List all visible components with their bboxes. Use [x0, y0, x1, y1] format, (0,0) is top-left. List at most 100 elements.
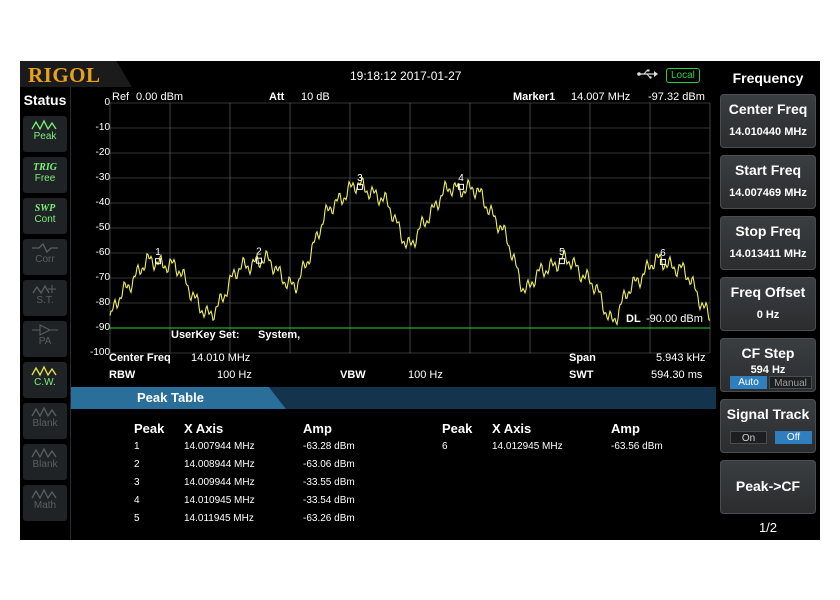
blank-wave-icon — [31, 406, 57, 418]
stop-freq-key-label: Stop Freq — [735, 223, 801, 239]
y-tick-label: -30 — [95, 172, 110, 183]
center-freq-value: 14.010 MHz — [191, 352, 251, 364]
usb-icon — [637, 69, 658, 79]
center-freq-key-label: Center Freq — [728, 101, 808, 117]
marker-label: Marker1 — [513, 91, 556, 103]
status-sweep-label: Cont — [34, 214, 56, 225]
y-tick-label: -40 — [95, 197, 110, 208]
cf-step-manual-option[interactable]: Manual — [769, 376, 812, 389]
local-badge: Local — [666, 68, 700, 83]
peak-x: 14.012945 MHz — [492, 441, 563, 452]
peak-x: 14.010945 MHz — [184, 495, 255, 506]
y-tick-label: -90 — [95, 322, 110, 333]
status-trig-label: Free — [34, 173, 56, 184]
status-sweep: SWP Cont — [23, 198, 67, 234]
status-corr-label: Corr — [35, 254, 55, 265]
center-freq-label: Center Freq — [109, 352, 171, 364]
ref-label: Ref — [112, 91, 130, 103]
start-freq-key-label: Start Freq — [734, 162, 802, 178]
marker-amp: -97.32 dBm — [648, 91, 705, 103]
status-st: S.T. — [23, 280, 67, 316]
display-line-value: -90.00 dBm — [646, 313, 703, 325]
peak-to-cf-key[interactable]: Peak->CF — [720, 460, 816, 514]
freq-offset-key-label: Freq Offset — [730, 284, 806, 300]
start-freq-key[interactable]: Start Freq 14.007469 MHz — [720, 155, 816, 209]
vbw-value: 100 Hz — [408, 369, 443, 381]
y-tick-label: 0 — [104, 97, 110, 108]
rbw-value: 100 Hz — [217, 369, 252, 381]
signal-track-on-option[interactable]: On — [730, 431, 767, 444]
status-blank-1: Blank — [23, 403, 67, 439]
y-tick-label: -60 — [95, 247, 110, 258]
status-trig-title: TRIG — [33, 162, 57, 173]
att-label: Att — [269, 91, 285, 103]
peak-amp: -63.06 dBm — [303, 459, 355, 470]
ref-value: 0.00 dBm — [136, 91, 184, 103]
system-text: System, — [258, 329, 301, 341]
cf-step-key-label: CF Step — [741, 345, 795, 361]
freq-offset-key[interactable]: Freq Offset 0 Hz — [720, 277, 816, 331]
st-icon — [32, 284, 56, 295]
col-peak-right: Peak — [442, 421, 473, 436]
peak-num: 6 — [442, 441, 448, 452]
cf-step-key[interactable]: CF Step 594 Hz Auto Manual — [720, 338, 816, 392]
status-pa-label: PA — [38, 336, 52, 347]
signal-track-key[interactable]: Signal Track On Off — [720, 399, 816, 453]
status-title: Status — [23, 92, 67, 108]
status-peak-label: Peak — [33, 131, 57, 142]
start-freq-key-value: 14.007469 MHz — [729, 187, 807, 199]
status-blank-2: Blank — [23, 444, 67, 480]
status-column: Status Peak TRIG Free SWP Cont Corr S.T.… — [20, 87, 71, 540]
col-amp-right: Amp — [611, 421, 640, 436]
spectrum-graticule: 1 2 3 4 5 6 — [109, 102, 711, 354]
peak-num: 4 — [134, 495, 140, 506]
peak-x: 14.011945 MHz — [184, 513, 254, 524]
peak-table-header: Peak Table — [71, 387, 716, 409]
status-pa: PA — [23, 321, 67, 357]
peak-amp: -63.56 dBm — [611, 441, 663, 452]
freq-offset-key-value: 0 Hz — [756, 309, 780, 321]
peak-wave-icon — [31, 119, 57, 131]
status-st-label: S.T. — [36, 295, 54, 306]
peak-table-title: Peak Table — [137, 390, 204, 405]
cf-step-key-value: 594 Hz — [750, 364, 786, 376]
col-amp-left: Amp — [303, 421, 332, 436]
status-blank-2-label: Blank — [32, 459, 58, 470]
datetime: 19:18:12 2017-01-27 — [350, 69, 462, 83]
analyzer-screen: RIGOL 19:18:12 2017-01-27 Local Status P… — [20, 61, 820, 540]
status-math-label: Math — [33, 500, 57, 511]
peak-marker-label: 2 — [256, 247, 262, 258]
peak-num: 3 — [134, 477, 140, 488]
peak-marker — [255, 257, 262, 264]
rbw-label: RBW — [109, 369, 136, 381]
status-cw-label: C.W. — [34, 377, 56, 388]
brand-logo: RIGOL — [20, 61, 132, 87]
peak-amp: -63.28 dBm — [303, 441, 355, 452]
swt-value: 594.30 ms — [651, 369, 703, 381]
peak-amp: -33.54 dBm — [303, 495, 355, 506]
peak-marker-label: 3 — [357, 173, 363, 184]
top-bar: RIGOL 19:18:12 2017-01-27 Local — [20, 61, 716, 87]
col-xaxis-right: X Axis — [492, 421, 532, 436]
peak-to-cf-key-label: Peak->CF — [735, 478, 801, 494]
corr-icon — [32, 242, 58, 254]
marker-freq: 14.007 MHz — [571, 91, 631, 103]
status-cw: C.W. — [23, 362, 67, 398]
display-line-label: DL — [626, 313, 641, 325]
col-peak-left: Peak — [134, 421, 165, 436]
peak-marker-label: 1 — [155, 247, 161, 258]
cf-step-auto-option[interactable]: Auto — [730, 376, 767, 389]
signal-track-off-option[interactable]: Off — [775, 431, 812, 444]
y-tick-label: -100 — [89, 347, 110, 358]
peak-num: 2 — [134, 459, 140, 470]
center-freq-key[interactable]: Center Freq 14.010440 MHz — [720, 94, 816, 148]
spectrum-display: 123456 0 -10 -20 -30 -40 -50 -60 -70 -80 -90 -100 … — [70, 87, 716, 387]
peak-amp: -33.55 dBm — [303, 477, 355, 488]
status-blank-1-label: Blank — [32, 418, 58, 429]
att-value: 10 dB — [301, 91, 330, 103]
peak-num: 5 — [134, 513, 140, 524]
vbw-label: VBW — [340, 369, 366, 381]
peak-x: 14.009944 MHz — [184, 477, 255, 488]
stop-freq-key[interactable]: Stop Freq 14.013411 MHz — [720, 216, 816, 270]
status-sweep-title: SWP — [34, 203, 56, 214]
